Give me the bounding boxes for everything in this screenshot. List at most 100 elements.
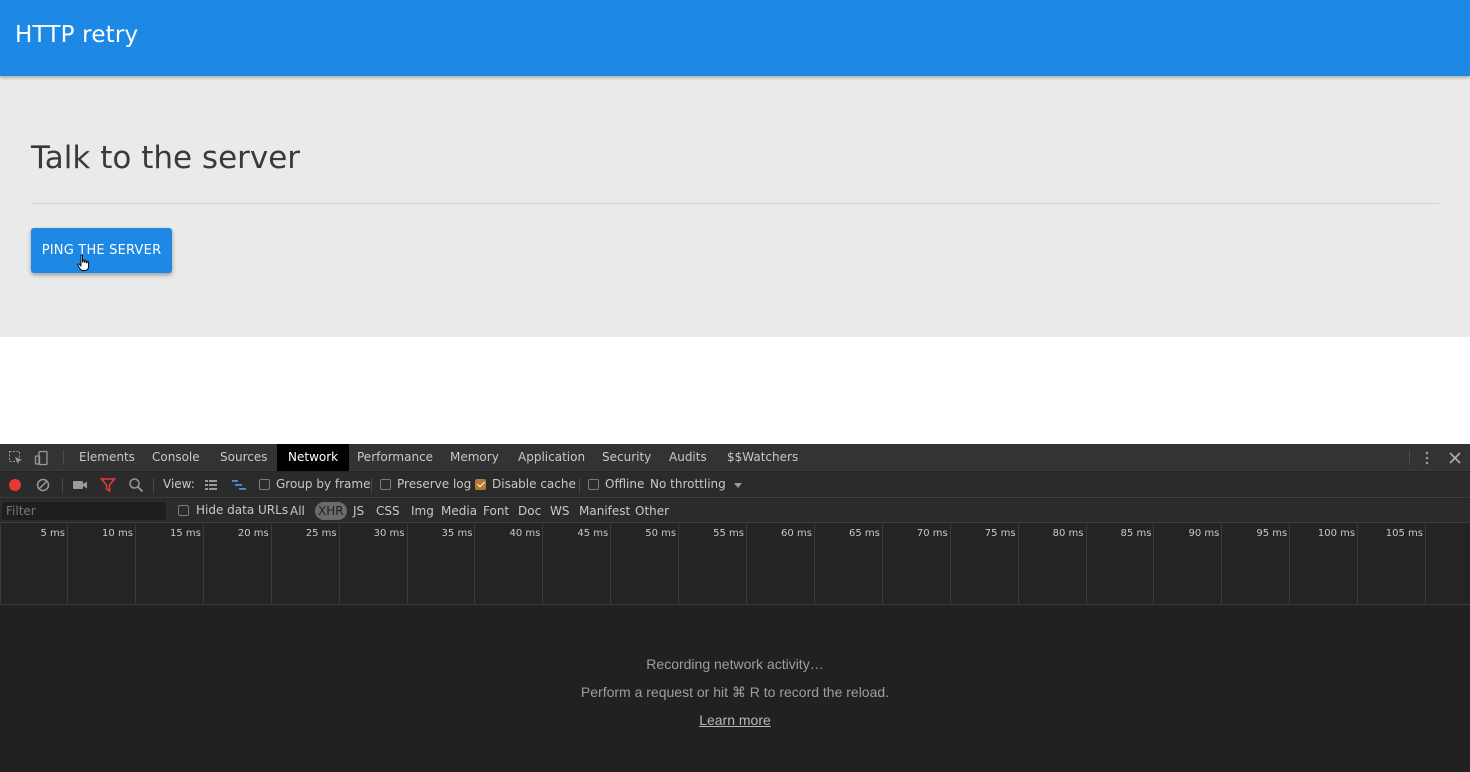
timeline-gridline	[881, 524, 883, 604]
filter-manifest[interactable]: Manifest	[577, 502, 632, 520]
timeline-tick-label: 75 ms	[984, 528, 1016, 539]
more-options-icon[interactable]	[1419, 450, 1435, 466]
tab-memory[interactable]: Memory	[439, 444, 510, 471]
recording-message: Recording network activity…	[646, 656, 824, 672]
timeline-gridline	[1085, 524, 1087, 604]
tab-performance[interactable]: Performance	[346, 444, 444, 471]
tab-network[interactable]: Network	[277, 444, 350, 471]
timeline-tick-label: 55 ms	[713, 528, 744, 539]
timeline-gridline	[1289, 524, 1291, 604]
tab-elements[interactable]: Elements	[68, 444, 146, 471]
record-icon[interactable]	[7, 477, 23, 493]
divider	[31, 203, 1439, 204]
tab-console[interactable]: Console	[141, 444, 211, 471]
close-icon[interactable]	[1447, 450, 1463, 466]
timeline-gridline	[1425, 524, 1426, 604]
capture-screenshots-icon[interactable]	[72, 477, 88, 493]
separator	[579, 478, 580, 493]
ping-server-button[interactable]: PING THE SERVER	[31, 228, 172, 273]
timeline-tick-label: 30 ms	[373, 528, 405, 539]
clear-icon[interactable]	[35, 477, 51, 493]
filter-input[interactable]	[2, 502, 166, 520]
timeline-gridline	[134, 524, 136, 604]
filter-img[interactable]: Img	[409, 502, 436, 520]
search-icon[interactable]	[128, 477, 144, 493]
large-rows-icon[interactable]	[203, 477, 219, 493]
separator	[153, 478, 154, 493]
timeline-gridline	[542, 524, 544, 604]
timeline-tick-label: 50 ms	[645, 528, 677, 539]
disable-cache-checkbox[interactable]	[475, 479, 486, 490]
throttling-select[interactable]: No throttling	[650, 477, 726, 491]
timeline-tick-label: 105 ms	[1385, 528, 1423, 539]
filter-icon[interactable]	[100, 477, 116, 493]
timeline-gridline	[678, 524, 680, 604]
timeline-gridline	[1017, 524, 1019, 604]
filter-all[interactable]: All	[288, 502, 307, 520]
filter-doc[interactable]: Doc	[516, 502, 543, 520]
timeline-tick-label: 80 ms	[1052, 528, 1084, 539]
timeline-tick-label: 65 ms	[848, 528, 880, 539]
timeline-gridline	[270, 524, 272, 604]
filter-other[interactable]: Other	[633, 502, 671, 520]
filter-js[interactable]: JS	[351, 502, 366, 520]
timeline-tick-label: 90 ms	[1188, 528, 1220, 539]
tab-watchers[interactable]: $$Watchers	[716, 444, 809, 471]
hide-data-urls-label: Hide data URLs	[196, 503, 289, 517]
filter-media[interactable]: Media	[439, 502, 479, 520]
disable-cache-label: Disable cache	[492, 477, 576, 491]
preserve-log-checkbox[interactable]	[380, 479, 391, 490]
tab-audits[interactable]: Audits	[658, 444, 718, 471]
timeline-tick-label: 60 ms	[781, 528, 812, 539]
timeline-gridline	[949, 524, 951, 604]
dropdown-arrow-icon[interactable]	[730, 477, 746, 493]
tab-security[interactable]: Security	[591, 444, 662, 471]
preserve-log-label: Preserve log	[397, 477, 472, 491]
group-by-frame-label: Group by frame	[276, 477, 371, 491]
timeline-tick-label: 35 ms	[441, 528, 473, 539]
timeline-tick-label: 100 ms	[1317, 528, 1356, 539]
waterfall-overview-icon[interactable]	[231, 477, 247, 493]
timeline-gridline	[1357, 524, 1359, 604]
timeline-overview: 5 ms 10 ms 15 ms 20 ms 25 ms 30 ms 35 ms 40 ms 4…	[0, 524, 1470, 605]
offline-checkbox[interactable]	[588, 479, 599, 490]
hide-data-urls-checkbox[interactable]	[178, 505, 189, 516]
timeline-gridline	[338, 524, 340, 604]
timeline-gridline	[610, 524, 612, 604]
timeline-tick-label: 20 ms	[237, 528, 269, 539]
separator	[63, 450, 64, 465]
inspect-element-icon[interactable]	[8, 450, 24, 466]
timeline-tick-label: 70 ms	[916, 528, 948, 539]
reload-hint: Perform a request or hit ⌘ R to record t…	[580, 684, 890, 700]
filter-css[interactable]: CSS	[374, 502, 402, 520]
timeline-gridline	[202, 524, 204, 604]
timeline-tick-label: 25 ms	[305, 528, 337, 539]
jumbotron: Talk to the server PING THE SERVER	[0, 76, 1470, 337]
learn-more-wrapper: Learn more	[0, 712, 1470, 728]
device-toolbar-icon[interactable]	[34, 450, 50, 466]
tab-sources[interactable]: Sources	[209, 444, 278, 471]
empty-state: Recording network activity… Perform a re…	[0, 606, 1470, 772]
filter-ws[interactable]: WS	[548, 502, 571, 520]
hand-cursor-icon	[77, 254, 89, 271]
group-by-frame-checkbox[interactable]	[259, 479, 270, 490]
learn-more-link[interactable]: Learn more	[699, 712, 771, 728]
timeline-tick-label: 10 ms	[102, 528, 133, 539]
network-toolbar: View: Group by frame Preserve log Disabl…	[0, 472, 1470, 498]
tab-application[interactable]: Application	[507, 444, 596, 471]
filter-font[interactable]: Font	[481, 502, 511, 520]
timeline-gridline	[67, 524, 68, 604]
offline-label: Offline	[605, 477, 645, 491]
timeline-tick-label: 5 ms	[40, 528, 66, 539]
timeline-tick-label: 95 ms	[1256, 528, 1288, 539]
timeline-tick-label: 45 ms	[577, 528, 609, 539]
timeline-gridline	[1153, 524, 1155, 604]
page-heading: Talk to the server	[31, 140, 301, 176]
timeline-gridline	[406, 524, 408, 604]
app-title: HTTP retry	[15, 22, 139, 48]
filter-xhr[interactable]: XHR	[315, 502, 347, 520]
timeline-gridline	[0, 524, 1, 604]
devtools-tabbar: Elements Console Sources Network Perform…	[0, 444, 1470, 471]
view-label: View:	[163, 477, 195, 491]
timeline-tick-label: 15 ms	[169, 528, 201, 539]
